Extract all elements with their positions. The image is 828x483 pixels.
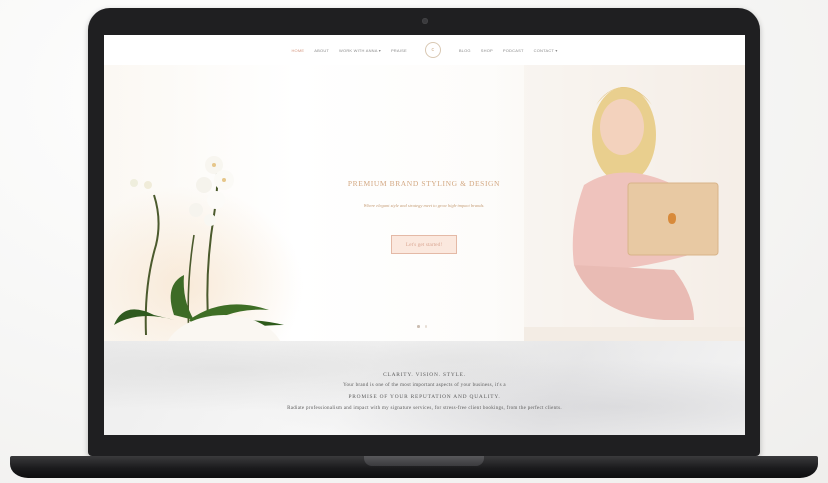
intro-section: CLARITY. VISION. STYLE. Your brand is on… [104, 341, 745, 435]
nav-praise[interactable]: PRAISE [391, 48, 407, 53]
website-screen: HOME ABOUT WORK WITH ANNA ▾ PRAISE c BLO… [104, 35, 745, 435]
nav-home[interactable]: HOME [291, 48, 304, 53]
intro-description: Radiate professionalism and impact with … [287, 406, 562, 411]
intro-promise: PROMISE OF YOUR REPUTATION AND QUALITY. [348, 394, 501, 400]
nav-work-with-anna[interactable]: WORK WITH ANNA ▾ [339, 48, 381, 53]
top-navigation: HOME ABOUT WORK WITH ANNA ▾ PRAISE c BLO… [104, 35, 745, 65]
laptop-notch [364, 456, 484, 466]
nav-right: BLOG SHOP PODCAST CONTACT ▾ [459, 48, 558, 53]
get-started-button[interactable]: Let's get started! [391, 235, 457, 254]
hero-banner: PREMIUM BRAND STYLING & DESIGN Where ele… [104, 65, 745, 341]
orchid-plant-image [114, 156, 284, 341]
hero-title: PREMIUM BRAND STYLING & DESIGN [347, 179, 501, 188]
logo-glyph: c [431, 47, 435, 53]
slider-dots [417, 325, 427, 328]
nav-left: HOME ABOUT WORK WITH ANNA ▾ PRAISE [291, 48, 406, 53]
nav-blog[interactable]: BLOG [459, 48, 471, 53]
nav-podcast[interactable]: PODCAST [503, 48, 524, 53]
nav-about[interactable]: ABOUT [314, 48, 329, 53]
nav-contact[interactable]: CONTACT ▾ [534, 48, 558, 53]
slider-dot-1[interactable] [417, 325, 420, 328]
nav-work-with-anna-label: WORK WITH ANNA [339, 47, 378, 53]
intro-text: Your brand is one of the most important … [343, 383, 506, 388]
nav-contact-label: CONTACT [533, 47, 554, 53]
hero-subtitle: Where elegant style and strategy meet to… [363, 203, 485, 208]
camera-icon [422, 18, 428, 24]
slider-dot-2[interactable] [424, 325, 427, 328]
chevron-down-icon: ▾ [378, 47, 381, 53]
brand-logo[interactable]: c [424, 42, 441, 58]
nav-shop[interactable]: SHOP [481, 48, 493, 53]
chevron-down-icon: ▾ [555, 47, 558, 53]
intro-heading: CLARITY. VISION. STYLE. [383, 372, 466, 378]
